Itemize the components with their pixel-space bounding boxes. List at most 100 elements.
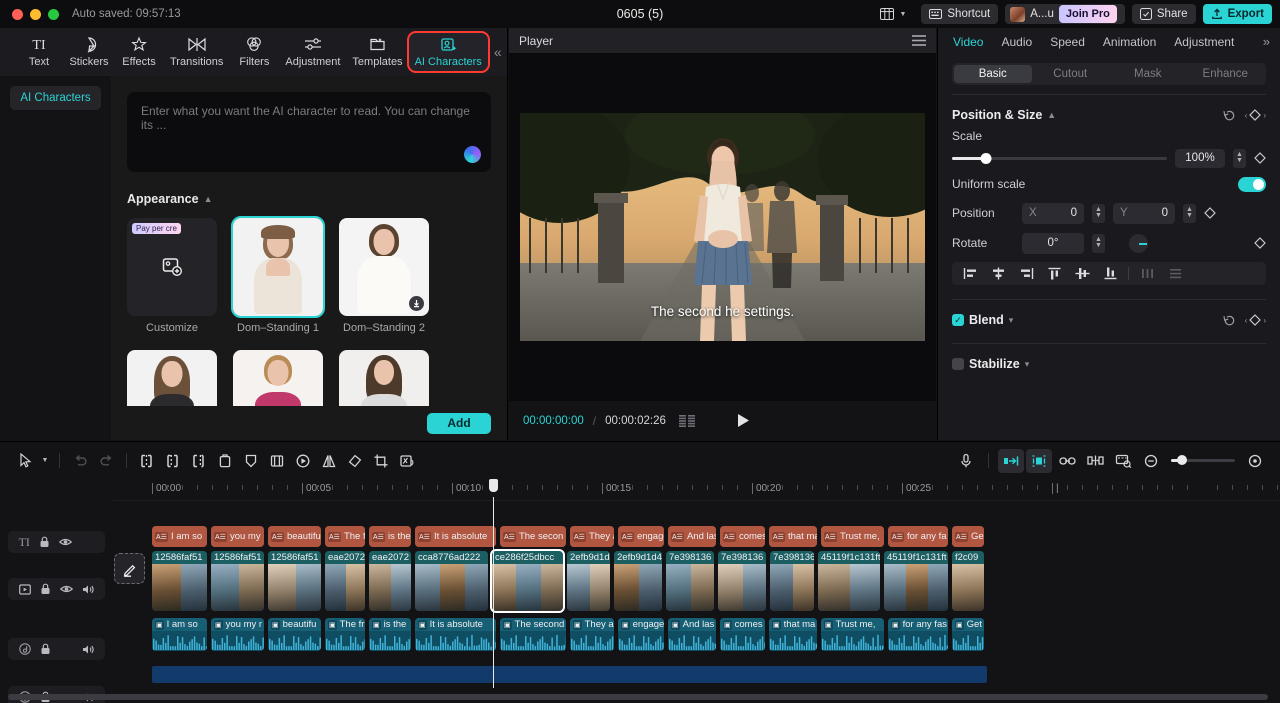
subtab-enhance[interactable]: Enhance [1187, 65, 1265, 83]
music-track-clip[interactable] [152, 666, 987, 683]
hamburger-icon[interactable] [912, 35, 926, 46]
tab-stickers[interactable]: Stickers [64, 33, 114, 71]
shortcut-button[interactable]: Shortcut [921, 4, 998, 24]
rotate-dial[interactable] [1129, 234, 1148, 253]
text-clip[interactable]: A☰They a [570, 526, 614, 547]
text-clip[interactable]: A☰engage [618, 526, 664, 547]
tab-ai-characters[interactable]: AI Characters [409, 33, 488, 71]
position-x-stepper[interactable]: ▲▼ [1092, 204, 1105, 223]
text-clip[interactable]: A☰beautifu [268, 526, 321, 547]
video-clip[interactable]: 12586faf51 [152, 551, 207, 611]
rotate-input[interactable]: 0° [1022, 233, 1084, 254]
blend-header[interactable]: ✓ Blend ▾ ‹ › [938, 309, 1280, 331]
player-stage[interactable]: The second he settings. [509, 53, 936, 401]
audio-detach-icon[interactable] [394, 449, 420, 473]
video-clip[interactable]: cca8776ad222 [415, 551, 488, 611]
character-cell-standing2[interactable]: Dom–Standing 2 [339, 218, 429, 334]
video-clip[interactable]: 2efb9d1d4 [614, 551, 662, 611]
reset-icon[interactable] [1223, 109, 1236, 122]
tab-templates[interactable]: Templates [346, 33, 408, 71]
snap-to-left-icon[interactable] [998, 449, 1024, 473]
position-size-header[interactable]: Position & Size ▲ ‹ › [938, 104, 1280, 126]
character-cell-standing1[interactable]: Dom–Standing 1 [233, 218, 323, 334]
quality-icon[interactable] [679, 415, 696, 427]
minimize-window-button[interactable] [30, 9, 41, 20]
pointer-icon[interactable] [12, 449, 38, 473]
pointer-dropdown-icon[interactable]: ▼ [38, 449, 52, 473]
character-thumb-standing2[interactable] [339, 218, 429, 316]
audio-clip[interactable]: ▣comes [720, 618, 765, 651]
text-clip[interactable]: A☰Trust me, [821, 526, 884, 547]
position-x-input[interactable]: X 0 [1022, 203, 1084, 224]
prompt-input-box[interactable]: Enter what you want the AI character to … [127, 92, 491, 172]
undo-icon[interactable] [67, 449, 93, 473]
video-clip[interactable]: 7e398136 [718, 551, 766, 611]
blend-checkbox[interactable]: ✓ [952, 314, 964, 326]
position-y-stepper[interactable]: ▲▼ [1183, 204, 1196, 223]
rotate-keyframe-icon[interactable] [1254, 237, 1266, 249]
zoom-out-icon[interactable] [1138, 449, 1164, 473]
audio-clip[interactable]: ▣is the [369, 618, 411, 651]
keyframe-icon[interactable] [342, 449, 368, 473]
video-clip[interactable]: 2efb9d1d4 [567, 551, 610, 611]
character-thumb-standing1[interactable] [233, 218, 323, 316]
split-icon[interactable] [134, 449, 160, 473]
add-button[interactable]: Add [427, 413, 491, 434]
freeze-frame-icon[interactable] [264, 449, 290, 473]
character-cell-customize[interactable]: Pay per cre Customize [127, 218, 217, 334]
video-clip[interactable]: ce286f25dbcc [492, 551, 563, 611]
position-y-input[interactable]: Y 0 [1113, 203, 1175, 224]
tab-filters[interactable]: Filters [229, 33, 279, 71]
audio-clip[interactable]: ▣I am so [152, 618, 207, 651]
appearance-section-title[interactable]: Appearance ▲ [127, 192, 491, 206]
stabilize-checkbox[interactable] [952, 358, 964, 370]
align-right-icon[interactable] [1012, 263, 1040, 284]
mask-shield-icon[interactable] [238, 449, 264, 473]
speed-icon[interactable] [290, 449, 316, 473]
play-icon[interactable] [737, 413, 750, 428]
tab-transitions[interactable]: Transitions [164, 33, 229, 71]
export-button[interactable]: Export [1203, 4, 1272, 24]
redo-icon[interactable] [93, 449, 119, 473]
audio-clip[interactable]: ▣They ar [570, 618, 614, 651]
ai-orb-icon[interactable] [464, 146, 481, 163]
video-clip[interactable]: 7e398136 [666, 551, 714, 611]
tab-adjustment[interactable]: Adjustment [279, 33, 346, 71]
trim-right-icon[interactable] [186, 449, 212, 473]
timeline-horizontal-scrollbar[interactable] [8, 694, 1268, 700]
tab-adjustment[interactable]: Adjustment [1165, 28, 1243, 55]
audio-clip[interactable]: ▣Trust me, [821, 618, 884, 651]
text-clip[interactable]: A☰comes [720, 526, 765, 547]
video-clip[interactable]: 7e398136 [770, 551, 814, 611]
distribute-h-icon[interactable] [1133, 263, 1161, 284]
text-clip[interactable]: A☰The fi [325, 526, 365, 547]
tab-speed[interactable]: Speed [1041, 28, 1094, 55]
scale-value-input[interactable]: 100% [1175, 149, 1225, 168]
audio-clip[interactable]: ▣engage [618, 618, 664, 651]
audio-clip[interactable]: ▣for any fas [888, 618, 948, 651]
share-button[interactable]: Share [1132, 4, 1196, 24]
keyframe-diamond-icon[interactable]: ‹ › [1245, 109, 1266, 121]
align-left-icon[interactable] [956, 263, 984, 284]
tab-audio[interactable]: Audio [992, 28, 1041, 55]
audio-clip[interactable]: ▣The second [500, 618, 566, 651]
video-clip[interactable]: eae2072 [325, 551, 365, 611]
window-controls[interactable]: Auto saved: 09:57:13 [0, 8, 181, 20]
audio-clip[interactable]: ▣And las [668, 618, 716, 651]
timeline-zoom-slider[interactable] [1171, 459, 1235, 462]
audio-clip[interactable]: ▣Get [952, 618, 984, 651]
video-clip[interactable]: 45119f1c131ft [884, 551, 948, 611]
video-clip[interactable]: 45119f1c131ft [818, 551, 880, 611]
account-button[interactable]: A...u Join Pro [1005, 4, 1125, 24]
playhead-handle[interactable] [489, 479, 498, 492]
audio-clip[interactable]: ▣you my r [211, 618, 264, 651]
scale-slider-knob[interactable] [981, 153, 992, 164]
video-clip[interactable]: 12586faf51 [211, 551, 264, 611]
text-clip[interactable]: A☰that ma [769, 526, 817, 547]
layout-switch-button[interactable]: ▼ [872, 4, 914, 24]
text-clip[interactable]: A☰It is absolute [415, 526, 496, 547]
stabilize-header[interactable]: Stabilize ▾ [938, 353, 1280, 375]
close-window-button[interactable] [12, 9, 23, 20]
text-clip[interactable]: A☰is the [369, 526, 411, 547]
delete-icon[interactable] [212, 449, 238, 473]
